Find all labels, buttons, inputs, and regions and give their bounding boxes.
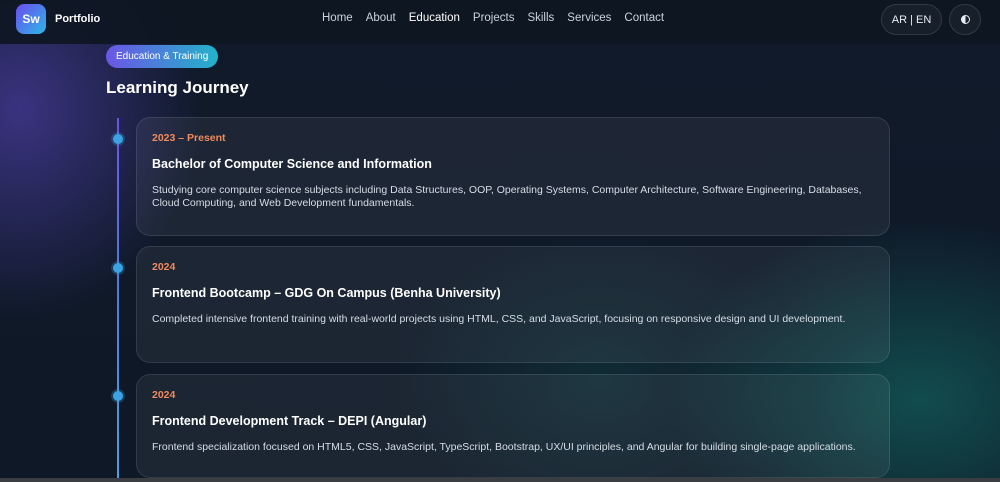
contrast-icon <box>960 15 970 24</box>
nav-link-skills[interactable]: Skills <box>527 12 554 24</box>
section-badge: Education & Training <box>106 45 219 68</box>
nav-links: Home About Education Projects Skills Ser… <box>322 12 677 24</box>
nav-link-services[interactable]: Services <box>567 12 611 24</box>
card-title: Frontend Bootcamp – GDG On Campus (Benha… <box>152 286 501 300</box>
brand[interactable]: Sw Portfolio <box>16 4 100 34</box>
timeline-card: 2023 – Present Bachelor of Computer Scie… <box>136 117 890 236</box>
card-description: Completed intensive frontend training wi… <box>152 313 846 325</box>
top-navbar: Sw Portfolio Home About Education Projec… <box>0 0 1000 44</box>
card-title: Frontend Development Track – DEPI (Angul… <box>152 414 427 428</box>
card-date: 2023 – Present <box>152 132 226 144</box>
nav-link-education[interactable]: Education <box>409 12 460 24</box>
timeline-line <box>117 118 119 482</box>
nav-link-projects[interactable]: Projects <box>473 12 515 24</box>
timeline-dot <box>113 263 123 273</box>
nav-link-about[interactable]: About <box>366 12 396 24</box>
card-title: Bachelor of Computer Science and Informa… <box>152 157 432 171</box>
bottom-edge <box>0 478 1000 482</box>
card-description: Studying core computer science subjects … <box>152 184 862 209</box>
section-title: Learning Journey <box>106 78 249 97</box>
nav-link-home[interactable]: Home <box>322 12 353 24</box>
timeline-card: 2024 Frontend Bootcamp – GDG On Campus (… <box>136 246 890 363</box>
timeline-dot <box>113 391 123 401</box>
brand-name[interactable]: Portfolio <box>55 13 100 25</box>
timeline-card: 2024 Frontend Development Track – DEPI (… <box>136 374 890 478</box>
card-description: Frontend specialization focused on HTML5… <box>152 441 856 453</box>
nav-link-contact[interactable]: Contact <box>624 12 664 24</box>
card-date: 2024 <box>152 389 176 401</box>
timeline-dot <box>113 134 123 144</box>
theme-toggle-button[interactable] <box>949 4 981 35</box>
language-toggle-button[interactable]: AR | EN <box>881 4 942 35</box>
card-date: 2024 <box>152 261 176 273</box>
brand-logo[interactable]: Sw <box>16 4 46 34</box>
